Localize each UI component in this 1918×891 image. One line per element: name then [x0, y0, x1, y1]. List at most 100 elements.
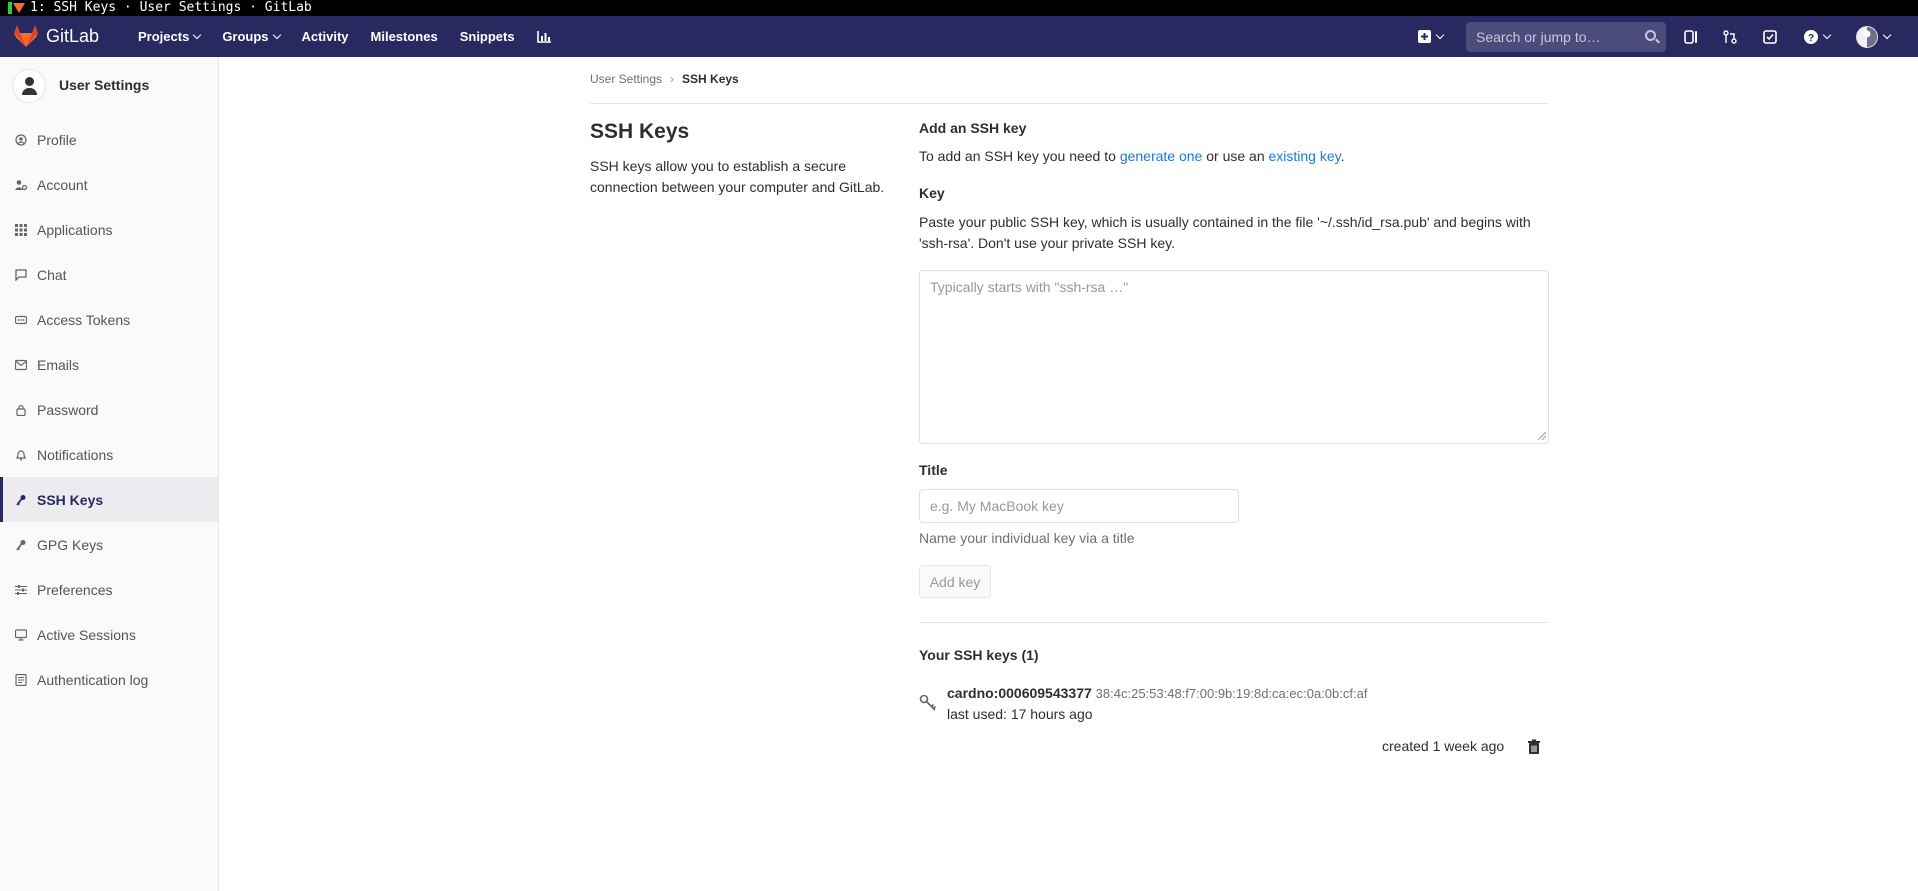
sidebar-item-gpg-keys[interactable]: GPG Keys [0, 522, 218, 567]
plus-square-icon [1418, 30, 1431, 43]
sidebar-item-access-tokens[interactable]: Access Tokens [0, 297, 218, 342]
nav-activity[interactable]: Activity [291, 16, 360, 57]
title-input[interactable] [919, 489, 1239, 523]
nav-analytics[interactable] [526, 16, 562, 57]
nav-snippets[interactable]: Snippets [449, 16, 526, 57]
chart-icon [536, 30, 551, 43]
sidebar-item-ssh-keys[interactable]: SSH Keys [0, 477, 218, 522]
user-avatar-icon [1856, 25, 1878, 48]
sidebar-item-notifications[interactable]: Notifications [0, 432, 218, 477]
gitlab-logo-link[interactable]: GitLab [14, 25, 99, 47]
window-title: 1: SSH Keys · User Settings · GitLab [30, 0, 312, 15]
add-ssh-key-intro: To add an SSH key you need to generate o… [919, 148, 1345, 164]
trash-icon[interactable] [1526, 739, 1542, 755]
your-ssh-keys-heading: Your SSH keys (1) [919, 647, 1039, 663]
issues-button[interactable] [1684, 16, 1698, 57]
key-field-label: Key [919, 185, 945, 201]
intro-text: To add an SSH key you need to [919, 148, 1120, 164]
ssh-key-created: created 1 week ago [1382, 738, 1505, 754]
search-icon [1645, 30, 1656, 41]
help-dropdown[interactable]: ? [1804, 16, 1832, 57]
chevron-down-icon [193, 30, 202, 40]
sidebar-item-label: Authentication log [37, 671, 149, 688]
add-ssh-key-heading: Add an SSH key [919, 120, 1027, 136]
user-menu-dropdown[interactable] [1856, 16, 1892, 57]
divider [590, 103, 1548, 104]
sidebar-item-account[interactable]: Account [0, 162, 218, 207]
sidebar-header[interactable]: User Settings [0, 57, 218, 115]
breadcrumb-parent-link[interactable]: User Settings [590, 72, 662, 86]
key-textarea[interactable] [919, 270, 1549, 444]
nav-projects[interactable]: Projects [127, 16, 211, 57]
main-nav: Projects Groups Activity Milestones Snip… [127, 16, 562, 57]
nav-milestones[interactable]: Milestones [360, 16, 449, 57]
title-field-help: Name your individual key via a title [919, 530, 1135, 546]
sidebar-item-label: Account [37, 176, 88, 193]
nav-snippets-label: Snippets [459, 29, 515, 44]
sidebar-item-profile[interactable]: Profile [0, 117, 218, 162]
resize-handle-icon[interactable] [1538, 432, 1546, 440]
question-icon: ? [1804, 29, 1818, 44]
sidebar-item-authentication-log[interactable]: Authentication log [0, 657, 218, 702]
sidebar-item-active-sessions[interactable]: Active Sessions [0, 612, 218, 657]
sidebar-item-label: Applications [37, 221, 113, 238]
svg-text:?: ? [1808, 33, 1814, 44]
chevron-right-icon: › [670, 72, 675, 86]
add-key-button[interactable]: Add key [919, 565, 991, 598]
ssh-key-entry[interactable]: cardno:000609543377 38:4c:25:53:48:f7:00… [947, 685, 1367, 701]
key-icon [16, 539, 26, 551]
settings-sidebar: User Settings Profile Account Applicatio… [0, 57, 219, 891]
ssh-key-fingerprint: 38:4c:25:53:48:f7:00:9b:19:8d:ca:ec:0a:0… [1095, 686, 1368, 701]
title-field-label: Title [919, 462, 948, 478]
sidebar-nav: Profile Account Applications Chat Access… [0, 117, 218, 702]
intro-text: . [1340, 148, 1345, 164]
sidebar-item-label: Chat [37, 266, 67, 283]
key-icon [16, 494, 26, 506]
key-icon [919, 694, 937, 711]
sidebar-item-label: Access Tokens [37, 311, 131, 328]
sidebar-item-password[interactable]: Password [0, 387, 218, 432]
generate-one-link[interactable]: generate one [1120, 148, 1203, 164]
sidebar-title: User Settings [59, 77, 150, 93]
breadcrumb: User Settings › SSH Keys [590, 72, 739, 86]
sidebar-item-label: Emails [37, 356, 80, 373]
ssh-key-title[interactable]: cardno:000609543377 [947, 685, 1092, 701]
chevron-down-icon [1882, 30, 1892, 40]
mail-icon [15, 359, 27, 370]
ssh-key-last-used: last used: 17 hours ago [947, 706, 1093, 722]
todo-check-icon [1763, 29, 1777, 44]
sidebar-item-preferences[interactable]: Preferences [0, 567, 218, 612]
window-titlebar: 1: SSH Keys · User Settings · GitLab [0, 0, 1918, 16]
new-item-dropdown[interactable] [1418, 16, 1445, 57]
merge-request-icon [1723, 29, 1737, 44]
profile-icon [15, 133, 27, 146]
chevron-down-icon [1435, 30, 1445, 40]
existing-key-link[interactable]: existing key [1269, 148, 1341, 164]
brand-name: GitLab [46, 25, 100, 46]
breadcrumb-current[interactable]: SSH Keys [682, 72, 739, 86]
search-placeholder: Search or jump to… [1476, 29, 1601, 45]
applications-icon [15, 223, 27, 236]
sliders-icon [15, 584, 27, 595]
lock-icon [16, 404, 26, 416]
nav-groups[interactable]: Groups [211, 16, 290, 57]
sidebar-item-applications[interactable]: Applications [0, 207, 218, 252]
log-icon [15, 673, 27, 686]
nav-milestones-label: Milestones [370, 29, 438, 44]
gitlab-tanuki-icon [14, 25, 38, 47]
gitlab-favicon-icon [8, 2, 26, 14]
merge-requests-button[interactable] [1723, 16, 1737, 57]
search-input[interactable]: Search or jump to… [1466, 22, 1666, 52]
nav-projects-label: Projects [138, 29, 190, 44]
todos-button[interactable] [1763, 16, 1777, 57]
sidebar-item-label: Password [37, 401, 99, 418]
sidebar-item-emails[interactable]: Emails [0, 342, 218, 387]
bell-icon [15, 449, 27, 460]
page-description: SSH keys allow you to establish a secure… [590, 158, 885, 195]
monitor-icon [15, 628, 27, 641]
sidebar-item-chat[interactable]: Chat [0, 252, 218, 297]
issues-icon [1684, 29, 1697, 44]
nav-activity-label: Activity [301, 29, 349, 44]
top-navbar: GitLab Projects Groups Activity Mileston… [0, 16, 1918, 57]
page-title: SSH Keys [590, 120, 690, 143]
